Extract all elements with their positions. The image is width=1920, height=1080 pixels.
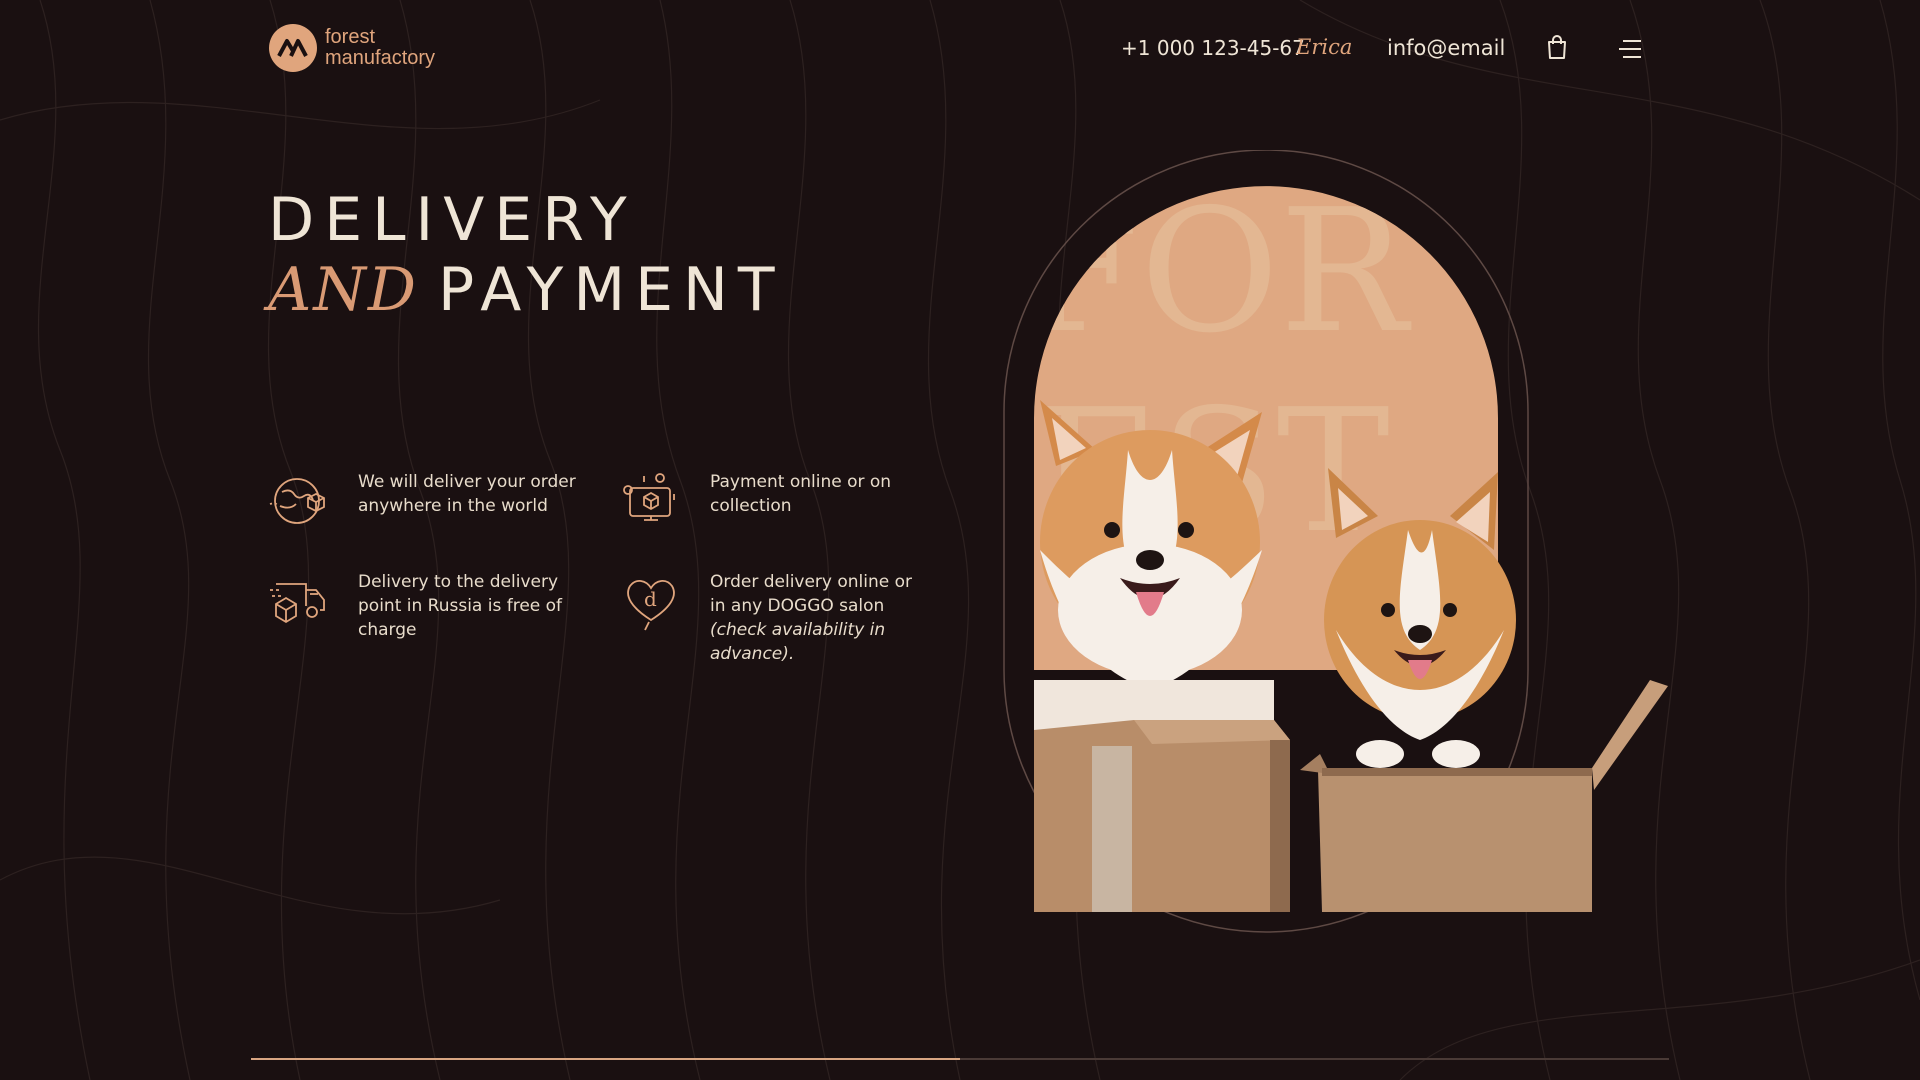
logo-text-line2: manufactory xyxy=(325,47,436,69)
feature-text-italic: (check availability in advance). xyxy=(710,620,886,664)
online-payment-icon xyxy=(620,470,682,532)
feature-worldwide-delivery: We will deliver your order anywhere in t… xyxy=(268,470,578,532)
title-italic-word: AND xyxy=(268,255,418,325)
hamburger-menu-icon[interactable] xyxy=(1617,38,1643,60)
logo-mark-icon xyxy=(269,24,317,72)
svg-text:d: d xyxy=(644,587,657,611)
title-line1: DELIVERY xyxy=(268,185,637,255)
delivery-truck-icon xyxy=(268,570,330,632)
feature-text: Delivery to the delivery point in Russia… xyxy=(358,572,563,640)
feature-payment: Payment online or on collection xyxy=(620,470,930,532)
feature-text: Payment online or on collection xyxy=(710,472,892,516)
logo-text: forest manufactory xyxy=(325,27,435,69)
heart-logo-icon: d xyxy=(620,570,682,632)
feature-free-delivery-russia: Delivery to the delivery point in Russia… xyxy=(268,570,578,642)
feature-text: We will deliver your order anywhere in t… xyxy=(358,472,576,516)
signature-name: Erica xyxy=(1296,35,1353,59)
feature-text: Order delivery online or in any DOGGO sa… xyxy=(710,570,930,666)
corgi-left xyxy=(1034,400,1274,760)
logo[interactable]: forest manufactory xyxy=(269,24,435,72)
phone-link[interactable]: +1 000 123-45-67 xyxy=(1121,36,1305,60)
logo-text-line1: forest xyxy=(325,26,376,48)
feature-text-plain: Order delivery online or in any DOGGO sa… xyxy=(710,572,913,616)
slide-progress-fill xyxy=(251,1058,960,1060)
email-link[interactable]: info@email xyxy=(1387,36,1505,60)
hero-illustration: FOR EST xyxy=(1000,149,1680,950)
globe-delivery-icon xyxy=(268,470,330,532)
feature-order-salon: d Order delivery online or in any DOGGO … xyxy=(620,570,930,666)
hero-bg-text-1: FOR xyxy=(1022,173,1412,371)
title-line2: AND PAYMENT xyxy=(268,254,785,341)
shopping-bag-icon[interactable] xyxy=(1545,34,1569,60)
title-plain-word: PAYMENT xyxy=(437,255,785,325)
slide-progress-bar xyxy=(251,1058,1669,1060)
page-title: DELIVERY AND PAYMENT xyxy=(268,186,785,341)
